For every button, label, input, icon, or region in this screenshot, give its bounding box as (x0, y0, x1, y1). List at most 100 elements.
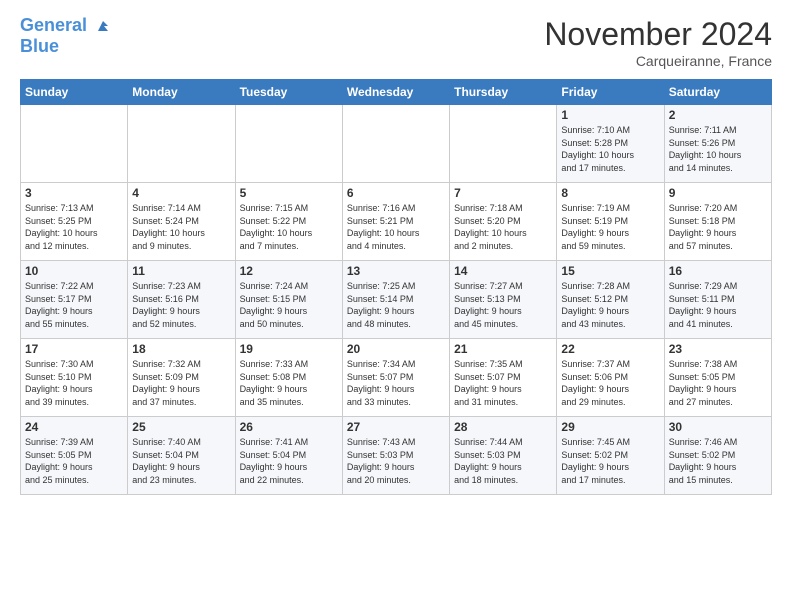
day-number: 3 (25, 186, 123, 200)
day-number: 26 (240, 420, 338, 434)
calendar-cell (128, 105, 235, 183)
day-number: 10 (25, 264, 123, 278)
day-info: Sunrise: 7:30 AMSunset: 5:10 PMDaylight:… (25, 358, 123, 408)
week-row-4: 24 Sunrise: 7:39 AMSunset: 5:05 PMDayligh… (21, 417, 772, 495)
calendar-cell: 19 Sunrise: 7:33 AMSunset: 5:08 PMDayligh… (235, 339, 342, 417)
day-number: 28 (454, 420, 552, 434)
day-info: Sunrise: 7:23 AMSunset: 5:16 PMDaylight:… (132, 280, 230, 330)
calendar-cell (21, 105, 128, 183)
calendar-table: SundayMondayTuesdayWednesdayThursdayFrid… (20, 79, 772, 495)
day-number: 15 (561, 264, 659, 278)
calendar-cell: 11Sunrise: 7:23 AMSunset: 5:16 PMDayligh… (128, 261, 235, 339)
weekday-header-saturday: Saturday (664, 80, 771, 105)
day-number: 16 (669, 264, 767, 278)
calendar-cell: 2 Sunrise: 7:11 AMSunset: 5:26 PMDaylight… (664, 105, 771, 183)
calendar-cell: 9 Sunrise: 7:20 AMSunset: 5:18 PMDaylight… (664, 183, 771, 261)
calendar-cell: 17 Sunrise: 7:30 AMSunset: 5:10 PMDayligh… (21, 339, 128, 417)
day-info: Sunrise: 7:27 AMSunset: 5:13 PMDaylight:… (454, 280, 552, 330)
day-number: 1 (561, 108, 659, 122)
calendar-cell: 1Sunrise: 7:10 AMSunset: 5:28 PMDaylight… (557, 105, 664, 183)
logo: General Blue (20, 16, 112, 57)
day-number: 8 (561, 186, 659, 200)
logo-icon (94, 17, 112, 35)
page-container: General Blue November 2024 Carqueiranne,… (0, 0, 792, 511)
day-number: 7 (454, 186, 552, 200)
day-info: Sunrise: 7:24 AMSunset: 5:15 PMDaylight:… (240, 280, 338, 330)
weekday-header-monday: Monday (128, 80, 235, 105)
day-info: Sunrise: 7:45 AMSunset: 5:02 PMDaylight:… (561, 436, 659, 486)
calendar-cell: 29 Sunrise: 7:45 AMSunset: 5:02 PMDayligh… (557, 417, 664, 495)
day-number: 20 (347, 342, 445, 356)
calendar-cell: 14 Sunrise: 7:27 AMSunset: 5:13 PMDayligh… (450, 261, 557, 339)
day-number: 22 (561, 342, 659, 356)
day-info: Sunrise: 7:25 AMSunset: 5:14 PMDaylight:… (347, 280, 445, 330)
day-number: 5 (240, 186, 338, 200)
day-info: Sunrise: 7:14 AMSunset: 5:24 PMDaylight:… (132, 202, 230, 252)
calendar-cell: 27 Sunrise: 7:43 AMSunset: 5:03 PMDayligh… (342, 417, 449, 495)
day-number: 17 (25, 342, 123, 356)
day-info: Sunrise: 7:13 AMSunset: 5:25 PMDaylight:… (25, 202, 123, 252)
day-number: 6 (347, 186, 445, 200)
day-number: 9 (669, 186, 767, 200)
weekday-header-tuesday: Tuesday (235, 80, 342, 105)
day-info: Sunrise: 7:41 AMSunset: 5:04 PMDaylight:… (240, 436, 338, 486)
day-number: 25 (132, 420, 230, 434)
weekday-header-row: SundayMondayTuesdayWednesdayThursdayFrid… (21, 80, 772, 105)
day-info: Sunrise: 7:15 AMSunset: 5:22 PMDaylight:… (240, 202, 338, 252)
week-row-1: 3 Sunrise: 7:13 AMSunset: 5:25 PMDaylight… (21, 183, 772, 261)
calendar-cell: 7 Sunrise: 7:18 AMSunset: 5:20 PMDaylight… (450, 183, 557, 261)
day-info: Sunrise: 7:37 AMSunset: 5:06 PMDaylight:… (561, 358, 659, 408)
day-info: Sunrise: 7:28 AMSunset: 5:12 PMDaylight:… (561, 280, 659, 330)
calendar-cell: 21 Sunrise: 7:35 AMSunset: 5:07 PMDayligh… (450, 339, 557, 417)
calendar-cell (342, 105, 449, 183)
day-info: Sunrise: 7:33 AMSunset: 5:08 PMDaylight:… (240, 358, 338, 408)
day-number: 14 (454, 264, 552, 278)
day-info: Sunrise: 7:20 AMSunset: 5:18 PMDaylight:… (669, 202, 767, 252)
weekday-header-thursday: Thursday (450, 80, 557, 105)
weekday-header-friday: Friday (557, 80, 664, 105)
day-info: Sunrise: 7:11 AMSunset: 5:26 PMDaylight:… (669, 124, 767, 174)
calendar-cell: 22 Sunrise: 7:37 AMSunset: 5:06 PMDayligh… (557, 339, 664, 417)
day-info: Sunrise: 7:18 AMSunset: 5:20 PMDaylight:… (454, 202, 552, 252)
day-number: 27 (347, 420, 445, 434)
calendar-cell: 25 Sunrise: 7:40 AMSunset: 5:04 PMDayligh… (128, 417, 235, 495)
calendar-cell: 5 Sunrise: 7:15 AMSunset: 5:22 PMDaylight… (235, 183, 342, 261)
logo-text: General (20, 16, 112, 36)
day-info: Sunrise: 7:39 AMSunset: 5:05 PMDaylight:… (25, 436, 123, 486)
day-number: 30 (669, 420, 767, 434)
calendar-cell: 30Sunrise: 7:46 AMSunset: 5:02 PMDayligh… (664, 417, 771, 495)
logo-blue: Blue (20, 36, 112, 57)
calendar-cell: 23Sunrise: 7:38 AMSunset: 5:05 PMDayligh… (664, 339, 771, 417)
location: Carqueiranne, France (544, 53, 772, 69)
day-info: Sunrise: 7:16 AMSunset: 5:21 PMDaylight:… (347, 202, 445, 252)
calendar-cell: 3 Sunrise: 7:13 AMSunset: 5:25 PMDaylight… (21, 183, 128, 261)
day-number: 18 (132, 342, 230, 356)
calendar-cell: 6 Sunrise: 7:16 AMSunset: 5:21 PMDaylight… (342, 183, 449, 261)
title-block: November 2024 Carqueiranne, France (544, 16, 772, 69)
calendar-cell: 16 Sunrise: 7:29 AMSunset: 5:11 PMDayligh… (664, 261, 771, 339)
day-number: 12 (240, 264, 338, 278)
calendar-cell (450, 105, 557, 183)
day-number: 4 (132, 186, 230, 200)
week-row-3: 17 Sunrise: 7:30 AMSunset: 5:10 PMDayligh… (21, 339, 772, 417)
day-info: Sunrise: 7:29 AMSunset: 5:11 PMDaylight:… (669, 280, 767, 330)
day-info: Sunrise: 7:43 AMSunset: 5:03 PMDaylight:… (347, 436, 445, 486)
day-number: 19 (240, 342, 338, 356)
day-number: 2 (669, 108, 767, 122)
day-info: Sunrise: 7:40 AMSunset: 5:04 PMDaylight:… (132, 436, 230, 486)
calendar-cell: 12 Sunrise: 7:24 AMSunset: 5:15 PMDayligh… (235, 261, 342, 339)
day-number: 24 (25, 420, 123, 434)
calendar-cell: 8Sunrise: 7:19 AMSunset: 5:19 PMDaylight… (557, 183, 664, 261)
day-number: 13 (347, 264, 445, 278)
calendar-cell: 18 Sunrise: 7:32 AMSunset: 5:09 PMDayligh… (128, 339, 235, 417)
calendar-cell: 13 Sunrise: 7:25 AMSunset: 5:14 PMDayligh… (342, 261, 449, 339)
day-info: Sunrise: 7:35 AMSunset: 5:07 PMDaylight:… (454, 358, 552, 408)
calendar-cell: 15 Sunrise: 7:28 AMSunset: 5:12 PMDayligh… (557, 261, 664, 339)
calendar-cell (235, 105, 342, 183)
week-row-2: 10Sunrise: 7:22 AMSunset: 5:17 PMDayligh… (21, 261, 772, 339)
day-number: 21 (454, 342, 552, 356)
header: General Blue November 2024 Carqueiranne,… (20, 16, 772, 69)
week-row-0: 1Sunrise: 7:10 AMSunset: 5:28 PMDaylight… (21, 105, 772, 183)
day-info: Sunrise: 7:32 AMSunset: 5:09 PMDaylight:… (132, 358, 230, 408)
day-number: 29 (561, 420, 659, 434)
